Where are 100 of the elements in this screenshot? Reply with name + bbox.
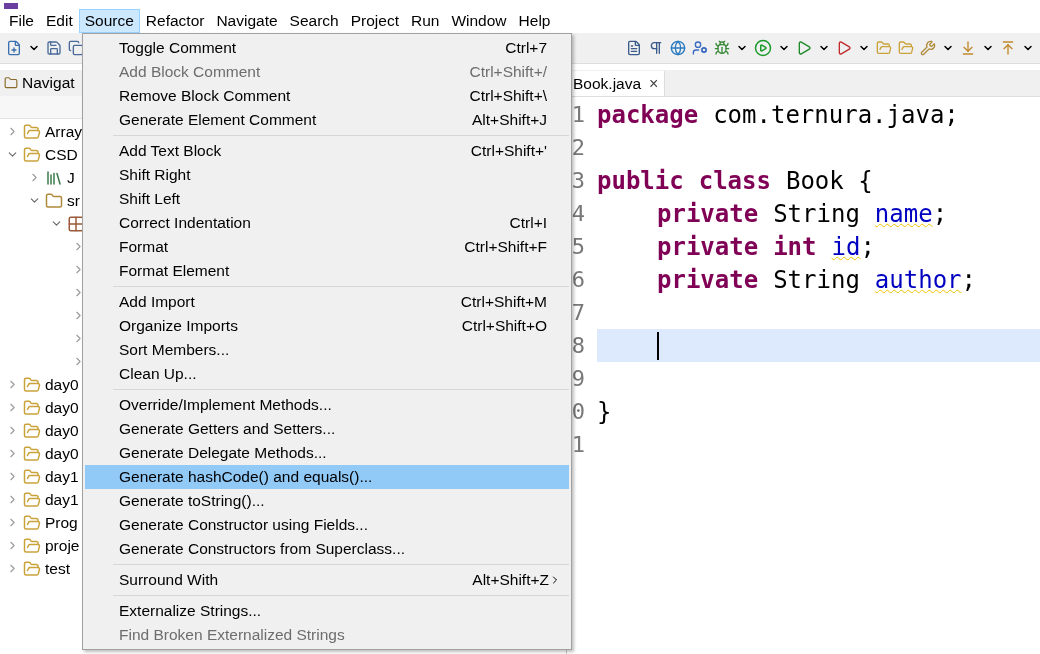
arrow-up-icon[interactable] [1000, 40, 1016, 56]
user-gear-icon[interactable] [692, 40, 708, 56]
menu-item[interactable]: Surround With Alt+Shift+Z [85, 568, 569, 592]
text-cursor [657, 331, 659, 360]
line-number: 0 [570, 399, 585, 424]
tree-item[interactable]: test [45, 559, 70, 578]
project-folder-icon [23, 145, 41, 164]
project-folder-icon [23, 375, 41, 394]
menu-title[interactable]: Refactor [139, 9, 211, 33]
document-icon[interactable] [626, 40, 642, 56]
code-token: } [597, 397, 612, 426]
pilcrow-icon[interactable] [648, 40, 664, 56]
code-token: id [831, 232, 861, 261]
code-token: private [657, 232, 759, 261]
code-token: int [773, 232, 817, 261]
menu-item[interactable]: Shift Left [85, 187, 569, 211]
line-number: 6 [570, 267, 585, 292]
source-folder-icon [45, 191, 63, 210]
copy-icon[interactable] [68, 40, 84, 56]
menu-title[interactable]: File [3, 9, 40, 33]
menu-title[interactable]: Search [283, 9, 345, 33]
menu-item[interactable]: Shift Right [85, 163, 569, 187]
menu-item[interactable]: Add Text Block Ctrl+Shift+' [85, 139, 569, 163]
menu-item[interactable]: Sort Members... [85, 338, 569, 362]
menu-title[interactable]: Source [78, 9, 140, 33]
tree-item[interactable]: CSD [45, 145, 78, 164]
menu-item[interactable]: Format Ctrl+Shift+F [85, 235, 569, 259]
folder-icon[interactable] [876, 40, 892, 56]
project-folder-icon [23, 444, 41, 463]
code-token: com.ternura.java; [713, 100, 959, 129]
menu-title[interactable]: Run [405, 9, 446, 33]
project-folder-icon [23, 490, 41, 509]
wrench-icon[interactable] [920, 40, 936, 56]
globe-icon[interactable] [670, 40, 686, 56]
menu-title[interactable]: Window [445, 9, 513, 33]
tree-item[interactable]: sr [67, 191, 80, 210]
menu-item[interactable]: Correct Indentation Ctrl+I [85, 211, 569, 235]
tree-item[interactable]: day0 [45, 421, 79, 440]
code-token: Book { [785, 166, 873, 195]
view-tab[interactable]: Navigat [4, 74, 75, 92]
menu-item[interactable]: Override/Implement Methods... [85, 393, 569, 417]
menu-title[interactable]: Help [512, 9, 557, 33]
tree-item[interactable]: Prog [45, 513, 78, 532]
menu-item[interactable]: Clean Up... [85, 362, 569, 386]
menu-item[interactable]: Organize Imports Ctrl+Shift+O [85, 314, 569, 338]
project-folder-icon [23, 421, 41, 440]
package-icon [67, 214, 85, 233]
code-token: private [657, 265, 759, 294]
tree-item[interactable]: proje [45, 536, 80, 555]
tree-item[interactable]: day0 [45, 444, 79, 463]
menu-item[interactable]: Remove Block Comment Ctrl+Shift+\ [85, 84, 569, 108]
menu-item[interactable]: Generate Constructors from Superclass... [85, 537, 569, 561]
tree-item[interactable]: day0 [45, 375, 79, 394]
code-token: package [597, 100, 699, 129]
tree-item[interactable]: day1 [45, 490, 79, 509]
line-number: 7 [570, 300, 585, 325]
project-folder-icon [23, 513, 41, 532]
menu-title[interactable]: Navigate [210, 9, 284, 33]
project-folder-icon [23, 559, 41, 578]
menu-item[interactable]: Generate hashCode() and equals()... [85, 465, 569, 489]
menu-item[interactable]: Generate Element Comment Alt+Shift+J [85, 108, 569, 132]
tree-item[interactable]: J [67, 168, 75, 187]
play-icon[interactable] [796, 40, 812, 56]
menu-item[interactable]: Generate Getters and Setters... [85, 417, 569, 441]
line-number: 5 [570, 234, 585, 259]
menu-item[interactable]: Generate Constructor using Fields... [85, 513, 569, 537]
tree-item[interactable]: day0 [45, 398, 79, 417]
code-token: ; [932, 199, 948, 228]
line-number: 9 [570, 366, 585, 391]
tree-item[interactable]: Array [45, 122, 83, 141]
play-icon[interactable] [836, 40, 852, 56]
arrow-down-icon[interactable] [960, 40, 976, 56]
code-token: String [773, 199, 860, 228]
menu-item[interactable]: Add Import Ctrl+Shift+M [85, 290, 569, 314]
tree-item[interactable]: day1 [45, 467, 79, 486]
project-folder-icon [23, 467, 41, 486]
menu-item[interactable]: Externalize Strings... [85, 599, 569, 623]
menu-title[interactable]: Project [344, 9, 405, 33]
line-number: 2 [570, 135, 585, 160]
menu-item[interactable]: Generate Delegate Methods... [85, 441, 569, 465]
code-token: name [874, 199, 933, 228]
library-icon [45, 168, 63, 187]
menu-item[interactable]: Format Element [85, 259, 569, 283]
code-token: ; [961, 265, 976, 294]
project-folder-icon [23, 122, 41, 141]
project-folder-icon [23, 536, 41, 555]
code-token: ; [860, 232, 875, 261]
new-file-icon[interactable] [6, 40, 22, 56]
code-token: private [657, 199, 759, 228]
run-icon[interactable] [754, 39, 772, 57]
code-token: String [773, 265, 860, 294]
close-button[interactable]: × [649, 74, 659, 93]
save-icon[interactable] [46, 40, 62, 56]
line-number: 4 [570, 201, 585, 226]
code-token: class [698, 166, 771, 195]
menu-item[interactable]: Generate toString()... [85, 489, 569, 513]
menu-title[interactable]: Edit [40, 9, 79, 33]
code-token: author [874, 265, 962, 294]
bug-icon[interactable] [714, 40, 730, 56]
folder-icon[interactable] [898, 40, 914, 56]
